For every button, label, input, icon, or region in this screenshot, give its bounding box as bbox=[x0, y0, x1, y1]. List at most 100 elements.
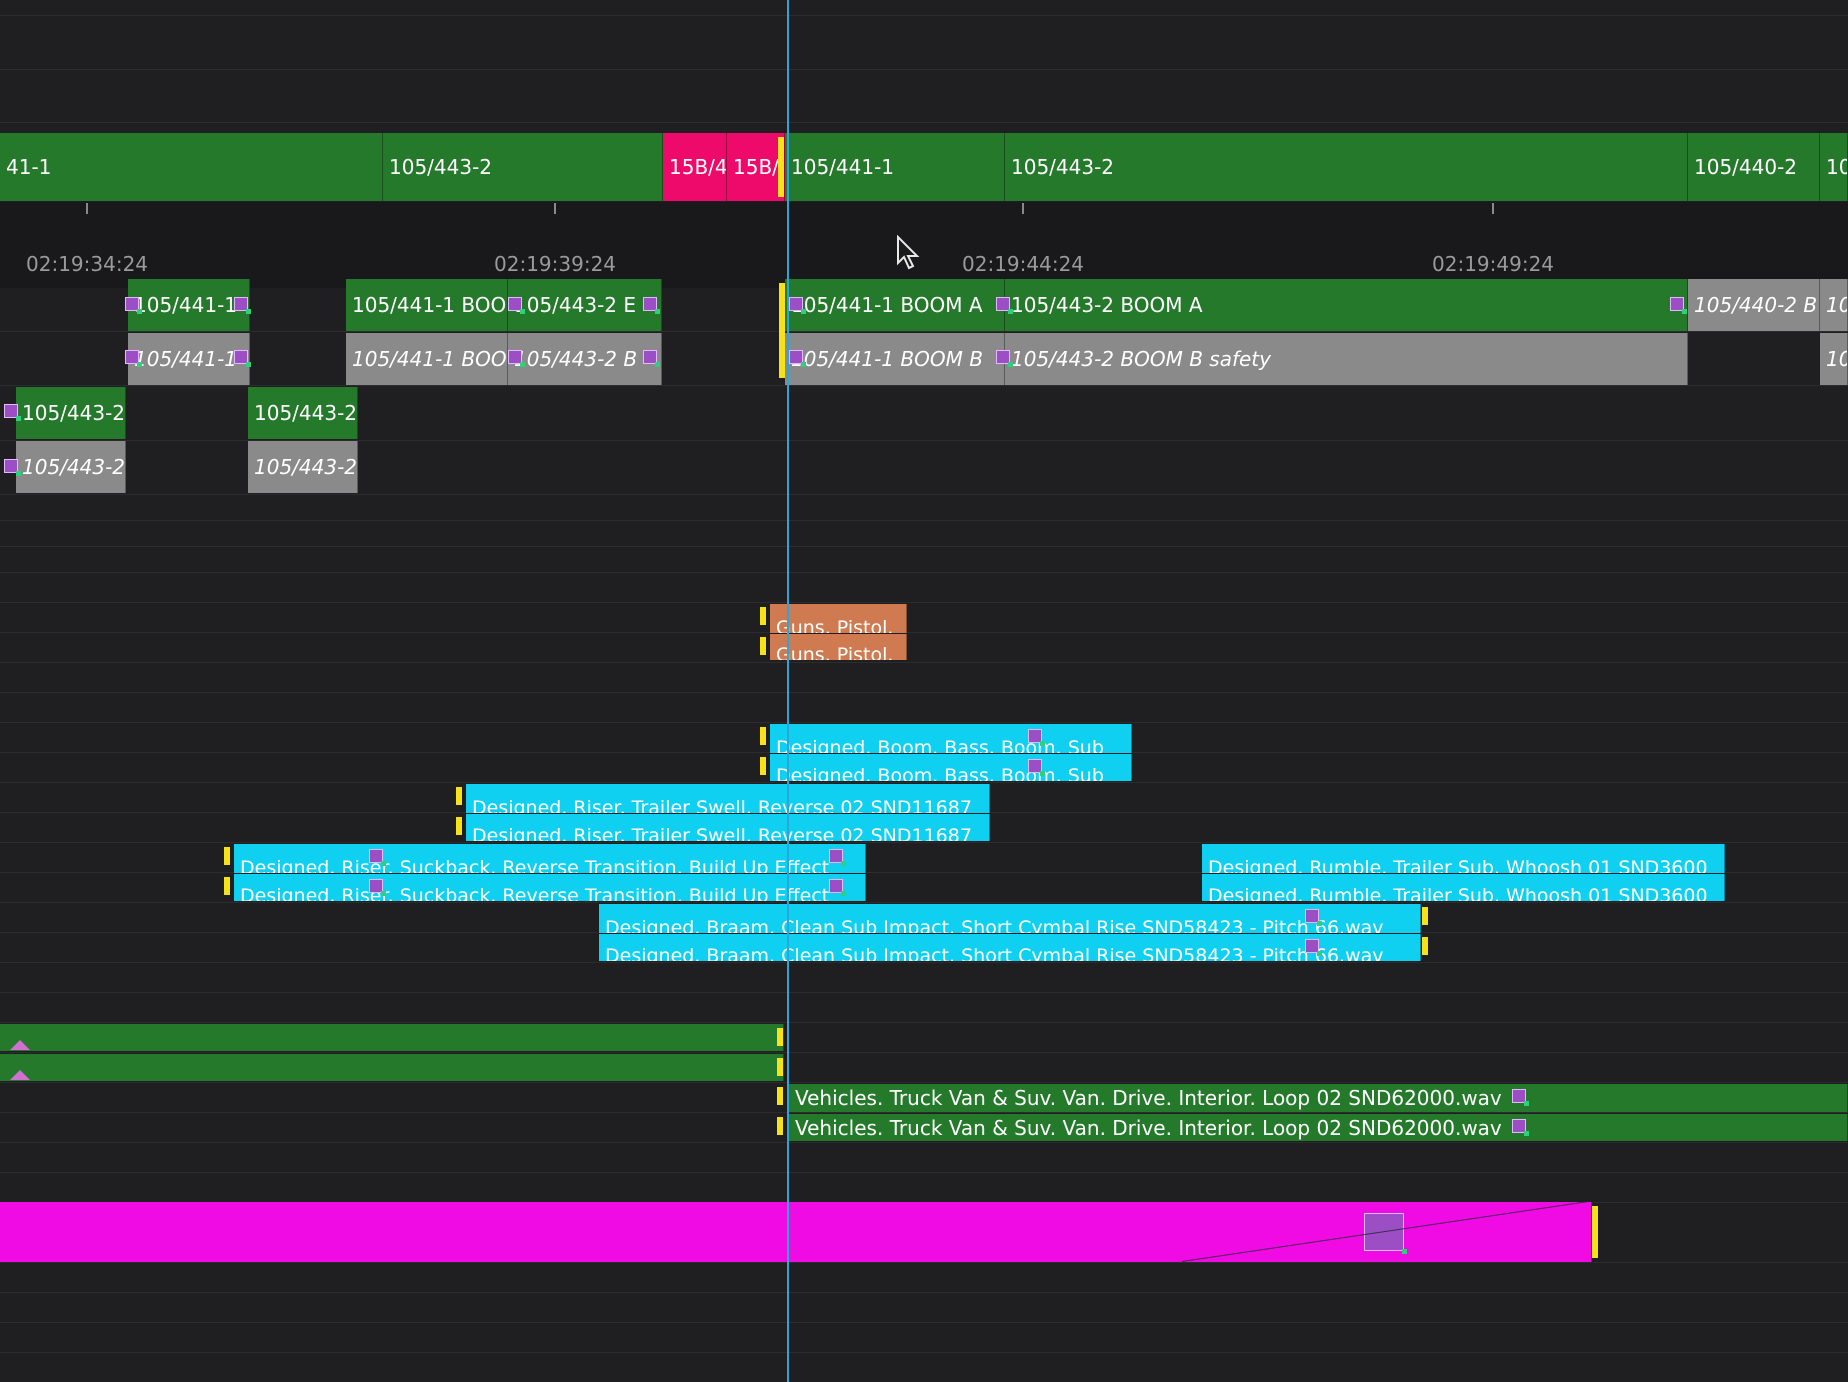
video-clip[interactable]: 105/440-2 bbox=[1688, 133, 1820, 201]
audio-clip[interactable]: 105/440-2 B bbox=[1688, 279, 1820, 331]
clip-name: 10 bbox=[1826, 347, 1847, 371]
sfx-clip[interactable]: Guns. Pistol. bbox=[770, 634, 907, 660]
clip-name: Designed. Boom. Bass. Boom. Sub bbox=[776, 737, 1104, 753]
timecode-label: 02:19:44:24 bbox=[962, 252, 1085, 276]
sfx-clip[interactable]: Designed. Riser. Suckback. Reverse Trans… bbox=[234, 844, 866, 873]
edit-point-marker[interactable] bbox=[1592, 1206, 1598, 1258]
clip-name: 105/441-1 bbox=[134, 293, 238, 317]
fade-handle-icon[interactable] bbox=[1670, 297, 1687, 314]
fade-handle-icon[interactable] bbox=[4, 459, 21, 476]
fade-handle-icon[interactable] bbox=[789, 297, 806, 314]
audio-clip[interactable]: 105/441-1 BOOM B bbox=[785, 333, 1005, 385]
fade-handle-icon[interactable] bbox=[1028, 759, 1045, 776]
sfx-clip[interactable]: Designed. Rumble. Trailer Sub. Whoosh 01… bbox=[1202, 844, 1725, 873]
edit-point-marker[interactable] bbox=[760, 637, 766, 655]
lane-separator bbox=[0, 722, 1848, 723]
lane-separator bbox=[0, 602, 1848, 603]
edit-point-marker[interactable] bbox=[760, 607, 766, 625]
fade-handle-icon[interactable] bbox=[996, 297, 1013, 314]
audio-clip[interactable]: 10 bbox=[1820, 279, 1848, 331]
edit-point-marker[interactable] bbox=[1422, 907, 1428, 925]
effects-badge-icon[interactable] bbox=[1512, 1089, 1529, 1106]
ambience-clip[interactable] bbox=[0, 1024, 784, 1051]
audio-clip[interactable]: 105/441-1 bbox=[128, 333, 250, 385]
audio-clip[interactable]: 105/443-2 bbox=[248, 387, 358, 439]
audio-clip[interactable]: 105/443-2 E bbox=[508, 279, 662, 331]
fade-handle-icon[interactable] bbox=[643, 297, 660, 314]
audio-clip[interactable]: 105/443-2 B bbox=[508, 333, 662, 385]
video-clip[interactable]: 15B/ bbox=[727, 133, 785, 201]
video-clip[interactable]: 105/443-2 bbox=[383, 133, 663, 201]
fade-handle-icon[interactable] bbox=[829, 879, 846, 896]
keyframe-marker-icon[interactable] bbox=[10, 1070, 30, 1080]
fade-handle-icon[interactable] bbox=[508, 350, 525, 367]
keyframe-marker-icon[interactable] bbox=[10, 1040, 30, 1050]
edit-point-marker[interactable] bbox=[778, 137, 784, 197]
fade-handle-icon[interactable] bbox=[4, 404, 21, 421]
playhead[interactable] bbox=[787, 0, 789, 1382]
effects-badge-icon[interactable] bbox=[1512, 1119, 1529, 1136]
sfx-clip[interactable]: Designed. Riser. Trailer Swell. Reverse … bbox=[466, 784, 990, 813]
edit-point-marker[interactable] bbox=[456, 787, 462, 805]
edit-point-marker[interactable] bbox=[1422, 937, 1428, 955]
edit-point-marker[interactable] bbox=[760, 727, 766, 745]
edit-point-marker[interactable] bbox=[760, 757, 766, 775]
edit-point-marker[interactable] bbox=[224, 877, 230, 895]
audio-clip[interactable]: 10 bbox=[1820, 333, 1848, 385]
lane-separator bbox=[0, 494, 1848, 495]
sfx-clip[interactable]: Guns. Pistol. bbox=[770, 604, 907, 633]
ambience-clip[interactable] bbox=[0, 1054, 784, 1081]
edit-point-marker[interactable] bbox=[224, 847, 230, 865]
fade-handle-icon[interactable] bbox=[508, 297, 525, 314]
audio-clip[interactable]: 105/443-2 bbox=[16, 387, 126, 439]
edit-point-marker[interactable] bbox=[777, 1117, 783, 1135]
clip-name: 41-1 bbox=[6, 155, 52, 179]
audio-clip[interactable]: 105/441-1 bbox=[128, 279, 250, 331]
fade-handle-icon[interactable] bbox=[1028, 729, 1045, 746]
audio-clip[interactable]: 105/443-2 bbox=[248, 441, 358, 493]
audio-clip[interactable]: 105/441-1 BOO bbox=[346, 333, 508, 385]
sfx-clip[interactable]: Designed. Rumble. Trailer Sub. Whoosh 01… bbox=[1202, 874, 1725, 901]
sfx-clip[interactable]: Vehicles. Truck Van & Suv. Van. Drive. I… bbox=[789, 1114, 1848, 1141]
video-clip[interactable]: 105/443-2 bbox=[1005, 133, 1688, 201]
timecode-ruler[interactable] bbox=[0, 202, 1848, 288]
fade-handle-icon[interactable] bbox=[1305, 909, 1322, 926]
audio-clip[interactable]: 105/443-2 bbox=[16, 441, 126, 493]
fade-handle-icon[interactable] bbox=[369, 849, 386, 866]
fade-handle-icon[interactable] bbox=[125, 297, 142, 314]
fade-handle-icon[interactable] bbox=[789, 350, 806, 367]
edit-point-marker[interactable] bbox=[777, 1058, 783, 1076]
fade-handle-icon[interactable] bbox=[234, 350, 251, 367]
audio-clip[interactable]: 105/441-1 BOOM A bbox=[785, 279, 1005, 331]
sfx-clip[interactable]: Designed. Riser. Trailer Swell. Reverse … bbox=[466, 814, 990, 841]
fade-handle-icon[interactable] bbox=[829, 849, 846, 866]
sfx-clip[interactable]: Vehicles. Truck Van & Suv. Van. Drive. I… bbox=[789, 1084, 1848, 1112]
timecode-label: 02:19:39:24 bbox=[494, 252, 617, 276]
audio-clip[interactable]: 105/443-2 BOOM B safety bbox=[1005, 333, 1688, 385]
video-clip[interactable]: 41-1 bbox=[0, 133, 383, 201]
clip-name: 105/443-2 bbox=[22, 401, 126, 425]
sfx-clip[interactable]: Designed. Riser. Suckback. Reverse Trans… bbox=[234, 874, 866, 901]
fade-handle-icon[interactable] bbox=[125, 350, 142, 367]
sfx-clip[interactable]: Designed. Braam. Clean Sub Impact. Short… bbox=[599, 934, 1421, 961]
sfx-clip[interactable]: Designed. Braam. Clean Sub Impact. Short… bbox=[599, 904, 1421, 933]
sfx-clip[interactable]: Designed. Boom. Bass. Boom. Sub bbox=[770, 754, 1132, 781]
fade-handle-icon[interactable] bbox=[643, 350, 660, 367]
video-clip[interactable]: 105/441-1 bbox=[785, 133, 1005, 201]
video-clip[interactable]: 15B/4 bbox=[663, 133, 727, 201]
fade-handle-icon[interactable] bbox=[234, 297, 251, 314]
edit-point-marker[interactable] bbox=[777, 1028, 783, 1046]
audio-clip[interactable]: 105/443-2 BOOM A bbox=[1005, 279, 1688, 331]
fade-handle-icon[interactable] bbox=[369, 879, 386, 896]
music-clip[interactable] bbox=[0, 1202, 1592, 1262]
sfx-clip[interactable]: Designed. Boom. Bass. Boom. Sub bbox=[770, 724, 1132, 753]
video-clip[interactable]: 10 bbox=[1820, 133, 1848, 201]
audio-clip[interactable]: 105/441-1 BOO bbox=[346, 279, 508, 331]
fade-handle-icon[interactable] bbox=[996, 350, 1013, 367]
edit-point-marker[interactable] bbox=[456, 817, 462, 835]
edit-point-marker[interactable] bbox=[777, 1087, 783, 1105]
lane-separator bbox=[0, 992, 1848, 993]
fade-handle-icon[interactable] bbox=[1305, 939, 1322, 956]
edit-point-marker[interactable] bbox=[779, 283, 785, 378]
timeline-panel[interactable]: 02:19:34:24 02:19:39:24 02:19:44:24 02:1… bbox=[0, 0, 1848, 1382]
